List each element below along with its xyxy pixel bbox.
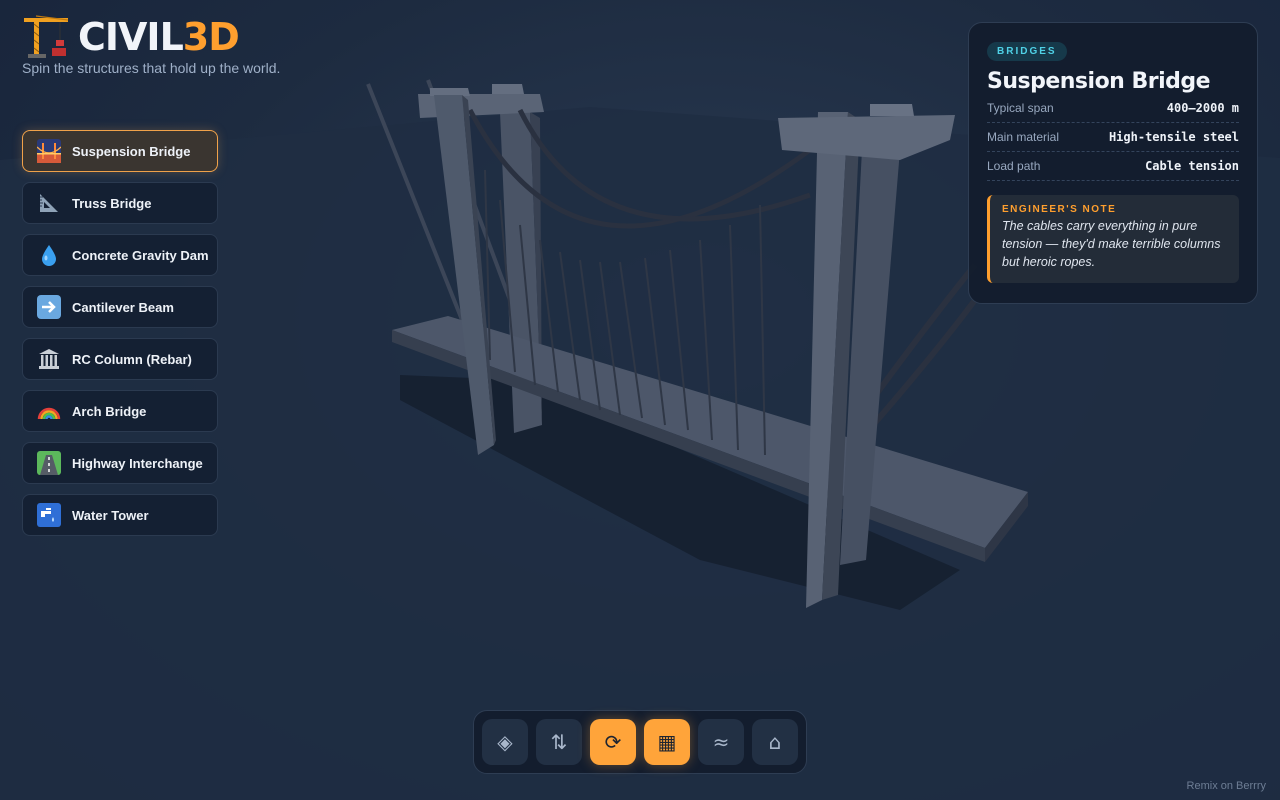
grid-toggle-button[interactable]: ▦ xyxy=(644,719,690,765)
auto-rotate-icon: ⟳ xyxy=(604,730,622,754)
spec-key: Load path xyxy=(987,159,1041,173)
app-title: CIVIL3D xyxy=(78,14,240,60)
structure-item-highway-interchange[interactable]: Highway Interchange xyxy=(22,442,218,484)
structure-item-concrete-gravity-dam[interactable]: Concrete Gravity Dam xyxy=(22,234,218,276)
structure-item-label: Suspension Bridge xyxy=(72,143,191,159)
droplet-icon xyxy=(36,242,62,268)
right-arrow-icon xyxy=(36,294,62,320)
brand-header: CIVIL3D Spin the structures that hold up… xyxy=(22,14,280,76)
water-tap-icon xyxy=(36,502,62,528)
app-title-main: CIVIL xyxy=(78,15,184,59)
structure-item-cantilever-beam[interactable]: Cantilever Beam xyxy=(22,286,218,328)
engineer-note-heading: ENGINEER'S NOTE xyxy=(1002,204,1117,215)
spec-key: Main material xyxy=(987,130,1060,144)
structure-title: Suspension Bridge xyxy=(987,69,1211,94)
structure-item-label: Water Tower xyxy=(72,507,149,523)
structure-list: Suspension Bridge Truss Bridge Concrete … xyxy=(22,130,218,546)
up-down-arrows-icon: ⇅ xyxy=(550,730,568,754)
spec-row-load-path: Load path Cable tension xyxy=(987,152,1239,181)
structure-item-label: Concrete Gravity Dam xyxy=(72,247,209,263)
structure-item-label: Cantilever Beam xyxy=(72,299,174,315)
construction-crane-icon xyxy=(24,15,69,58)
layers-button[interactable]: ◈ xyxy=(482,719,528,765)
rainbow-icon xyxy=(36,398,62,424)
structure-item-suspension-bridge[interactable]: Suspension Bridge xyxy=(22,130,218,172)
category-badge: BRIDGES xyxy=(987,42,1067,61)
rear-tower-cap-block xyxy=(430,88,470,96)
remix-link[interactable]: Remix on Berrry xyxy=(1187,780,1266,792)
spec-key: Typical span xyxy=(987,101,1054,115)
engineer-note: ENGINEER'S NOTE The cables carry everyth… xyxy=(987,195,1239,283)
app-title-accent: 3D xyxy=(182,15,240,59)
rear-tower-cap-block xyxy=(492,84,524,94)
structure-item-arch-bridge[interactable]: Arch Bridge xyxy=(22,390,218,432)
reset-view-button[interactable]: ⌂ xyxy=(752,719,798,765)
bridge-at-night-icon xyxy=(36,138,62,164)
tagline: Spin the structures that hold up the wor… xyxy=(22,60,281,76)
structure-item-label: RC Column (Rebar) xyxy=(72,351,192,367)
grid-icon: ▦ xyxy=(657,730,677,754)
spec-value: High-tensile steel xyxy=(1108,130,1239,144)
structure-item-truss-bridge[interactable]: Truss Bridge xyxy=(22,182,218,224)
spec-row-typical-span: Typical span 400–2000 m xyxy=(987,94,1239,123)
spec-value: 400–2000 m xyxy=(1166,101,1239,115)
spec-row-main-material: Main material High-tensile steel xyxy=(987,123,1239,152)
right-tower-cap-block xyxy=(870,104,914,116)
load-flow-button[interactable]: ≈ xyxy=(698,719,744,765)
home-icon: ⌂ xyxy=(768,730,782,754)
info-panel: BRIDGES Suspension Bridge Typical span 4… xyxy=(968,22,1258,304)
view-toolbar: ◈ ⇅ ⟳ ▦ ≈ ⌂ xyxy=(473,710,807,774)
motorway-icon xyxy=(36,450,62,476)
water-waves-icon: ≈ xyxy=(712,730,730,754)
spec-value: Cable tension xyxy=(1145,159,1239,173)
logo: CIVIL3D xyxy=(22,14,280,60)
layers-icon: ◈ xyxy=(497,730,513,754)
structure-item-label: Arch Bridge xyxy=(72,403,147,419)
structure-item-water-tower[interactable]: Water Tower xyxy=(22,494,218,536)
explode-button[interactable]: ⇅ xyxy=(536,719,582,765)
classical-building-icon xyxy=(36,346,62,372)
structure-item-rc-column[interactable]: RC Column (Rebar) xyxy=(22,338,218,380)
triangular-ruler-icon xyxy=(36,190,62,216)
engineer-note-body: The cables carry everything in pure tens… xyxy=(1002,219,1221,269)
auto-rotate-button[interactable]: ⟳ xyxy=(590,719,636,765)
structure-item-label: Highway Interchange xyxy=(72,455,203,471)
structure-item-label: Truss Bridge xyxy=(72,195,152,211)
